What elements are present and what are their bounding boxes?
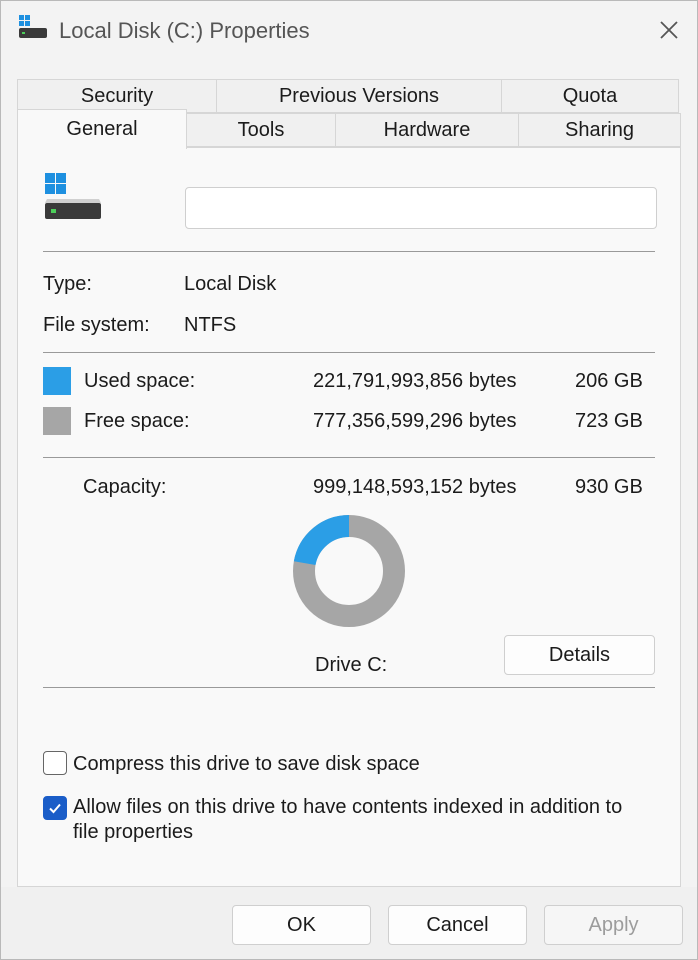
divider xyxy=(43,687,655,688)
drive-name-input[interactable] xyxy=(185,187,657,229)
used-space-arc xyxy=(293,515,350,566)
tab-hardware[interactable]: Hardware xyxy=(335,113,519,147)
used-space-gb: 206 GB xyxy=(575,370,643,392)
title-bar[interactable]: Local Disk (C:) Properties xyxy=(1,1,697,61)
file-system-value: NTFS xyxy=(184,314,237,336)
tab-general[interactable]: General xyxy=(17,109,187,149)
details-button[interactable]: Details xyxy=(504,635,655,675)
drive-icon xyxy=(19,15,47,38)
compress-checkbox[interactable] xyxy=(43,751,67,775)
window-title: Local Disk (C:) Properties xyxy=(59,18,310,43)
free-space-label: Free space: xyxy=(84,410,190,432)
divider xyxy=(43,352,655,353)
tab-security[interactable]: Security xyxy=(17,79,217,113)
file-system-label: File system: xyxy=(43,314,150,336)
drive-label: Drive C: xyxy=(315,654,388,676)
divider xyxy=(43,457,655,458)
index-label-line2: file properties xyxy=(73,821,194,843)
tab-previous-versions[interactable]: Previous Versions xyxy=(216,79,502,113)
tab-quota[interactable]: Quota xyxy=(501,79,679,113)
usage-donut-chart xyxy=(293,515,405,627)
used-space-bytes: 221,791,993,856 bytes xyxy=(313,370,517,392)
free-space-gb: 723 GB xyxy=(575,410,643,432)
ok-button[interactable]: OK xyxy=(232,905,371,945)
close-icon xyxy=(660,21,678,39)
close-button[interactable] xyxy=(651,13,687,47)
used-space-swatch xyxy=(43,367,71,395)
free-space-swatch xyxy=(43,407,71,435)
compress-label: Compress this drive to save disk space xyxy=(73,753,420,775)
tab-sharing[interactable]: Sharing xyxy=(518,113,681,147)
divider xyxy=(43,251,655,252)
used-space-label: Used space: xyxy=(84,370,196,392)
free-space-bytes: 777,356,599,296 bytes xyxy=(313,410,517,432)
type-label: Type: xyxy=(43,273,92,295)
index-checkbox[interactable] xyxy=(43,796,67,820)
capacity-label: Capacity: xyxy=(83,476,167,498)
tab-tools[interactable]: Tools xyxy=(186,113,336,147)
index-label-line1: Allow files on this drive to have conten… xyxy=(73,796,623,818)
capacity-bytes: 999,148,593,152 bytes xyxy=(313,476,517,498)
properties-window: Local Disk (C:) Properties Security Prev… xyxy=(0,0,698,960)
drive-icon xyxy=(45,173,101,219)
capacity-gb: 930 GB xyxy=(575,476,643,498)
apply-button[interactable]: Apply xyxy=(544,905,683,945)
checkmark-icon xyxy=(49,803,61,814)
cancel-button[interactable]: Cancel xyxy=(388,905,527,945)
type-value: Local Disk xyxy=(184,273,277,295)
